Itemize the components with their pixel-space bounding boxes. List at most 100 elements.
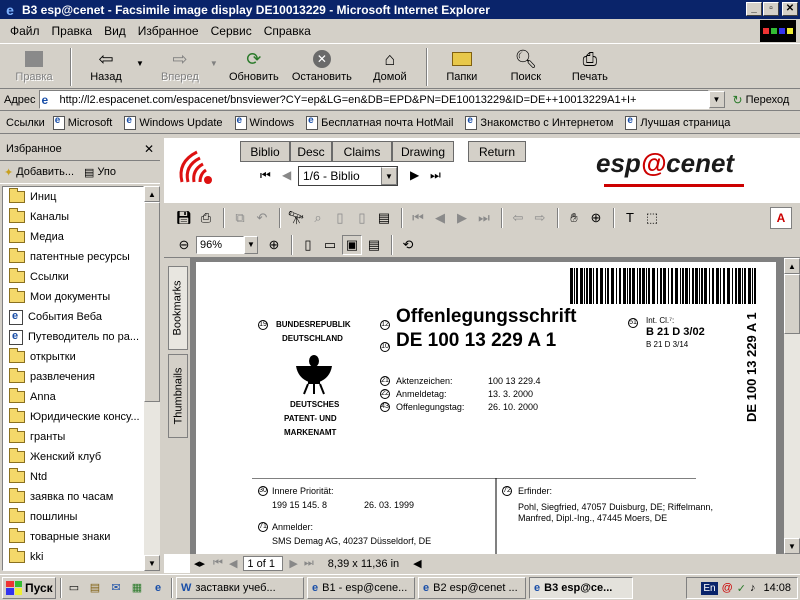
tab-desc[interactable]: Desc — [290, 141, 332, 162]
task-b3[interactable]: e B3 esp@ce... — [529, 576, 633, 599]
graphics-select-icon[interactable]: ⬚ — [642, 208, 662, 228]
zoom-dropdown[interactable]: ▼ — [244, 235, 258, 254]
search-doc-icon[interactable]: ⌕ — [308, 208, 328, 228]
fit-visible-icon[interactable]: ▤ — [364, 235, 384, 255]
prev-page-icon[interactable]: ◀ — [282, 168, 291, 182]
favorite-folder[interactable]: патентные ресурсы — [3, 247, 143, 267]
status-last-icon[interactable]: ⏭ — [304, 557, 314, 570]
link-internet-start[interactable]: Знакомство с Интернетом — [465, 115, 613, 130]
start-button[interactable]: Пуск — [2, 576, 56, 599]
go-back-icon[interactable]: ⇦ — [508, 208, 528, 228]
menu-file[interactable]: Файл — [4, 24, 46, 38]
status-next-icon[interactable]: ▶ — [289, 557, 297, 570]
menu-view[interactable]: Вид — [98, 24, 132, 38]
address-dropdown[interactable]: ▼ — [708, 91, 725, 108]
organize-favorites-button[interactable]: ▤ Упо — [84, 166, 116, 179]
close-button[interactable]: ✕ — [782, 2, 798, 16]
favorites-close-icon[interactable]: ✕ — [144, 142, 154, 156]
status-first-icon[interactable]: ⏮ — [213, 557, 223, 570]
favorite-folder[interactable]: kki — [3, 547, 143, 567]
adobe-logo-icon[interactable]: A — [770, 206, 792, 229]
favorite-folder[interactable]: Anna — [3, 387, 143, 407]
menu-tools[interactable]: Сервис — [205, 24, 258, 38]
zoom-input[interactable]: 96% — [196, 235, 244, 254]
language-indicator[interactable]: En — [701, 581, 718, 595]
media-icon[interactable]: ▦ — [128, 579, 146, 597]
scroll-thumb[interactable] — [144, 202, 160, 402]
back-dropdown[interactable]: ▼ — [136, 59, 144, 68]
print-icon[interactable]: ⎙ — [196, 208, 216, 228]
prev-doc-page-icon[interactable]: ◀ — [430, 208, 450, 228]
zoom-tool-icon[interactable]: ⊕ — [586, 208, 606, 228]
document-scrollbar[interactable]: ▲ ▼ — [784, 258, 800, 554]
last-doc-page-icon[interactable]: ⏭ — [474, 208, 494, 228]
maximize-button[interactable]: ▫ — [763, 2, 779, 16]
copy-icon[interactable]: ⧉ — [230, 208, 250, 228]
undo-icon[interactable]: ↶ — [252, 208, 272, 228]
favorite-folder[interactable]: открытки — [3, 347, 143, 367]
zoom-out-icon[interactable]: ⊖ — [174, 235, 194, 255]
back-button[interactable]: ⇦ Назад — [78, 44, 134, 83]
address-input[interactable]: e http://l2.espacenet.com/espacenet/bnsv… — [38, 90, 709, 109]
minimize-button[interactable]: _ — [746, 2, 762, 16]
favorite-folder[interactable]: заявка по часам — [3, 487, 143, 507]
task-b1[interactable]: e B1 - esp@cene... — [307, 576, 415, 599]
tray-app-icon[interactable]: @ — [722, 582, 733, 594]
pages-icon[interactable]: ▯ — [352, 208, 372, 228]
page-number-field[interactable]: 1 of 1 — [243, 556, 284, 571]
document-view[interactable]: 19 BUNDESREPUBLIK DEUTSCHLAND DEUTSCHES … — [190, 258, 784, 562]
favorite-folder[interactable]: Ссылки — [3, 267, 143, 287]
go-button[interactable]: ↻ Переход — [733, 93, 790, 107]
search-button[interactable]: 🔍︎ Поиск — [498, 44, 554, 83]
page-icon[interactable]: ▯ — [330, 208, 350, 228]
save-icon[interactable]: 💾︎ — [174, 208, 194, 228]
edit-button[interactable]: Правка — [6, 44, 62, 83]
favorites-scrollbar[interactable]: ▲ ▼ — [144, 186, 160, 571]
forward-dropdown[interactable]: ▼ — [210, 59, 218, 68]
ie-quicklaunch-icon[interactable]: e — [149, 579, 167, 597]
scroll-down-button[interactable]: ▼ — [144, 555, 160, 571]
page-select[interactable]: 1/6 - Biblio ▼ — [298, 166, 398, 186]
navpane-toggle-icon[interactable]: ◂▸ — [194, 557, 205, 570]
menu-edit[interactable]: Правка — [46, 24, 99, 38]
favorite-folder[interactable]: Медиа — [3, 227, 143, 247]
menu-favorites[interactable]: Избранное — [132, 24, 205, 38]
first-page-icon[interactable]: ⏮ — [260, 168, 271, 183]
refresh-button[interactable]: ⟳ Обновить — [226, 44, 282, 83]
favorite-folder[interactable]: Иниц — [3, 187, 143, 207]
tab-thumbnails[interactable]: Thumbnails — [168, 354, 188, 438]
favorite-link[interactable]: Путеводитель по ра... — [3, 327, 143, 347]
doc-scroll-down-button[interactable]: ▼ — [784, 538, 800, 554]
print-button[interactable]: ⎙ Печать — [562, 44, 618, 83]
tab-claims[interactable]: Claims — [332, 141, 392, 162]
h-scroll-left-button[interactable]: ◀ — [413, 557, 421, 570]
find-icon[interactable]: 🔭︎ — [286, 208, 306, 228]
show-desktop-icon[interactable]: ▭ — [65, 579, 83, 597]
text-select-icon[interactable]: T — [620, 208, 640, 228]
next-page-icon[interactable]: ▶ — [410, 168, 419, 182]
link-windows-update[interactable]: Windows Update — [124, 115, 223, 130]
tab-return[interactable]: Return — [468, 141, 526, 162]
outlook-icon[interactable]: ✉ — [107, 579, 125, 597]
tab-drawing[interactable]: Drawing — [392, 141, 454, 162]
link-windows[interactable]: Windows — [234, 115, 294, 130]
forward-button[interactable]: ⇨ Вперед — [152, 44, 208, 83]
fit-width-icon[interactable]: ▣ — [342, 234, 362, 255]
favorite-link[interactable]: События Веба — [3, 307, 143, 327]
zoom-in-icon[interactable]: ⊕ — [264, 235, 284, 255]
favorite-folder[interactable]: пошлины — [3, 507, 143, 527]
page-select-dropdown[interactable]: ▼ — [381, 167, 397, 185]
fit-page-icon[interactable]: ▭ — [320, 235, 340, 255]
folders-button[interactable]: Папки — [434, 44, 490, 83]
favorite-folder[interactable]: гранты — [3, 427, 143, 447]
link-microsoft[interactable]: Microsoft — [52, 115, 112, 130]
doc-scroll-thumb[interactable] — [784, 274, 800, 334]
task-word[interactable]: Wзаставки учеб... — [176, 576, 304, 599]
menu-help[interactable]: Справка — [258, 24, 317, 38]
tab-biblio[interactable]: Biblio — [240, 141, 290, 162]
explorer-icon[interactable]: ▤ — [86, 579, 104, 597]
favorite-folder[interactable]: Каналы — [3, 207, 143, 227]
go-forward-icon[interactable]: ⇨ — [530, 208, 550, 228]
link-hotmail[interactable]: Бесплатная почта HotMail — [306, 115, 453, 130]
first-doc-page-icon[interactable]: ⏮ — [408, 208, 428, 228]
